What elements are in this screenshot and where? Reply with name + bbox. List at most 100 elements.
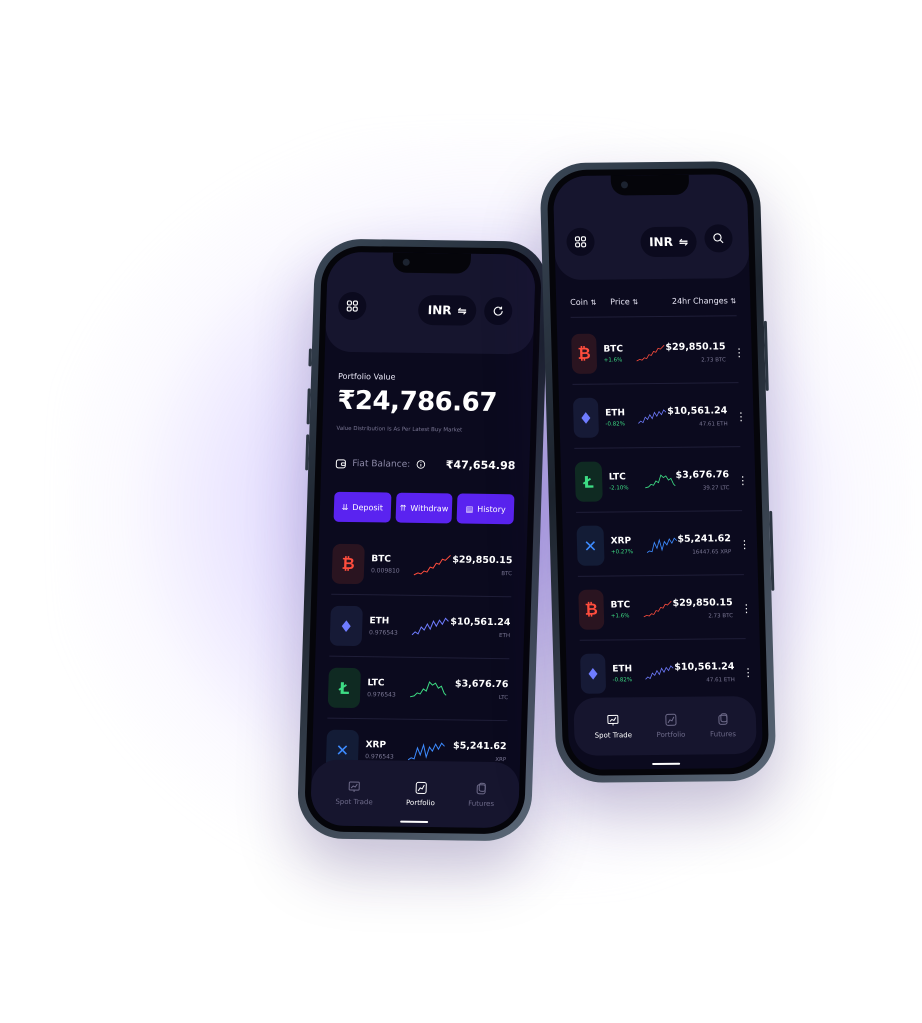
coin-row-eth[interactable]: ♦ ETH 0.976543 $10,561.24 ETH xyxy=(329,595,512,660)
coin-symbol: ETH xyxy=(605,407,626,419)
bitcoin-icon: ₿ xyxy=(331,543,365,585)
coin-quantity: 0.976543 xyxy=(367,691,396,699)
coin-unit: BTC xyxy=(501,571,513,578)
coin-row-ltc[interactable]: Ł LTC -2.10% $3,676.76 39.27 LTC ⋮ xyxy=(574,450,748,513)
sparkline-path xyxy=(411,617,449,636)
price-column-header[interactable]: Price ⇅ xyxy=(610,297,638,306)
sparkline-chart xyxy=(644,474,676,489)
bottom-tab-bar: Spot Trade Portfolio Futures xyxy=(573,695,757,756)
coin-name-block: LTC -2.10% xyxy=(609,472,645,491)
coin-column-header[interactable]: Coin ⇅ xyxy=(570,298,596,307)
portfolio-value: ₹24,786.67 xyxy=(336,385,498,419)
coin-change: +1.6% xyxy=(610,612,630,619)
coin-change: -0.82% xyxy=(605,420,626,428)
sparkline-chart xyxy=(409,681,447,698)
currency-label: INR xyxy=(427,303,452,318)
sparkline-path xyxy=(644,600,673,618)
ethereum-icon: ♦ xyxy=(572,397,599,438)
tab-label: Portfolio xyxy=(405,798,435,808)
bitcoin-icon: ₿ xyxy=(578,589,605,630)
coin-value-block: $5,241.62 XRP xyxy=(453,740,507,763)
withdraw-button[interactable]: ⇈ Withdraw xyxy=(395,492,453,524)
xrp-icon: ✕ xyxy=(576,525,605,566)
menu-grid-button[interactable] xyxy=(566,227,595,256)
tab-portfolio[interactable]: Portfolio xyxy=(406,781,436,807)
history-label: History xyxy=(477,504,506,514)
coin-symbol: BTC xyxy=(610,599,631,610)
coin-symbol: BTC xyxy=(603,343,624,355)
sort-icon: ⇅ xyxy=(590,298,597,307)
litecoin-icon: Ł xyxy=(327,667,361,709)
history-button[interactable]: ▤ History xyxy=(456,493,515,525)
more-options-icon[interactable]: ⋮ xyxy=(735,410,746,423)
portfolio-phone: INR ⇋ Portfolio Value ₹24,786.67 Value D… xyxy=(296,238,550,842)
coin-value-block: $29,850.15 2.73 BTC xyxy=(672,597,733,620)
tab-futures[interactable]: Futures xyxy=(468,782,495,808)
coin-symbol: BTC xyxy=(371,554,392,565)
coin-value: $29,850.15 xyxy=(665,341,726,353)
tab-label: Futures xyxy=(709,730,737,739)
change-column-header[interactable]: 24hr Changes ⇅ xyxy=(672,296,737,306)
notch xyxy=(392,252,472,274)
coin-quantity: 0.009810 xyxy=(370,567,400,575)
futures-icon xyxy=(476,782,487,795)
coin-row-xrp[interactable]: ✕ XRP +0.27% $5,241.62 16447.65 XRP ⋮ xyxy=(576,514,750,577)
currency-selector[interactable]: INR ⇋ xyxy=(640,226,698,258)
sparkline-chart xyxy=(636,344,665,362)
futures-icon xyxy=(718,713,728,725)
coin-row-ltc[interactable]: Ł LTC 0.976543 $3,676.76 LTC xyxy=(327,657,510,722)
sparkline-chart xyxy=(644,600,673,618)
portfolio-title: Portfolio Value xyxy=(337,371,396,382)
tab-spot-trade[interactable]: Spot Trade xyxy=(335,780,373,807)
sparkline-chart xyxy=(638,409,667,424)
coin-unit: 39.27 LTC xyxy=(702,485,730,492)
withdraw-label: Withdraw xyxy=(410,503,449,513)
litecoin-icon: Ł xyxy=(574,461,603,502)
coin-unit: LTC xyxy=(498,695,509,702)
coin-unit: 2.73 BTC xyxy=(701,357,726,364)
more-options-icon[interactable]: ⋮ xyxy=(739,538,750,551)
tab-futures[interactable]: Futures xyxy=(709,712,736,738)
coin-symbol: LTC xyxy=(608,471,626,483)
grid-icon xyxy=(346,300,358,312)
sparkline-path xyxy=(413,555,451,576)
coin-name-block: ETH 0.976543 xyxy=(369,616,412,637)
more-options-icon[interactable]: ⋮ xyxy=(737,474,748,487)
more-options-icon[interactable]: ⋮ xyxy=(742,665,753,678)
tab-portfolio[interactable]: Portfolio xyxy=(656,713,686,739)
deposit-button[interactable]: ⇊ Deposit xyxy=(333,491,392,523)
coin-row-eth[interactable]: ♦ ETH -0.82% $10,561.24 47.61 ETH ⋮ xyxy=(572,386,747,449)
sparkline-path xyxy=(638,409,667,424)
search-button[interactable] xyxy=(704,224,733,253)
coin-change: +1.6% xyxy=(603,356,623,364)
coin-row-btc[interactable]: ₿ BTC +1.6% $29,850.15 2.73 BTC ⋮ xyxy=(570,322,745,385)
coin-value-block: $29,850.15 2.73 BTC xyxy=(665,341,726,364)
coin-unit: 2.73 BTC xyxy=(708,613,734,620)
coin-value: $5,241.62 xyxy=(677,533,732,545)
portfolio-icon xyxy=(415,781,427,794)
fiat-balance-row: Fiat Balance: ₹47,654.98 xyxy=(335,457,516,472)
coin-row-btc[interactable]: ₿ BTC +1.6% $29,850.15 2.73 BTC ⋮ xyxy=(577,578,752,641)
coin-value-block: $3,676.76 39.27 LTC xyxy=(675,469,729,492)
info-icon[interactable] xyxy=(416,460,425,469)
sparkline-chart xyxy=(411,617,449,636)
portfolio-screen: INR ⇋ Portfolio Value ₹24,786.67 Value D… xyxy=(309,251,537,829)
action-buttons: ⇊ Deposit ⇈ Withdraw ▤ History xyxy=(333,491,515,525)
coin-name-block: ETH -0.82% xyxy=(605,408,638,427)
coin-value: $3,676.76 xyxy=(675,469,730,481)
more-options-icon[interactable]: ⋮ xyxy=(741,602,752,615)
more-options-icon[interactable]: ⋮ xyxy=(734,346,745,359)
coin-name-block: LTC 0.976543 xyxy=(367,678,410,699)
tab-label: Spot Trade xyxy=(335,797,373,807)
coin-value-block: $10,561.24 ETH xyxy=(450,616,510,639)
tab-spot-trade[interactable]: Spot Trade xyxy=(594,713,632,740)
coin-symbol: ETH xyxy=(369,616,390,627)
currency-label: INR xyxy=(648,234,674,250)
currency-selector[interactable]: INR ⇋ xyxy=(417,294,477,326)
coin-value: $5,241.62 xyxy=(452,740,507,753)
coin-change: -0.82% xyxy=(612,676,633,683)
sparkline-path xyxy=(644,474,676,489)
swap-icon: ⇋ xyxy=(457,303,467,318)
coin-value: $29,850.15 xyxy=(672,597,733,609)
coin-row-btc[interactable]: ₿ BTC 0.009810 $29,850.15 BTC xyxy=(331,533,514,598)
